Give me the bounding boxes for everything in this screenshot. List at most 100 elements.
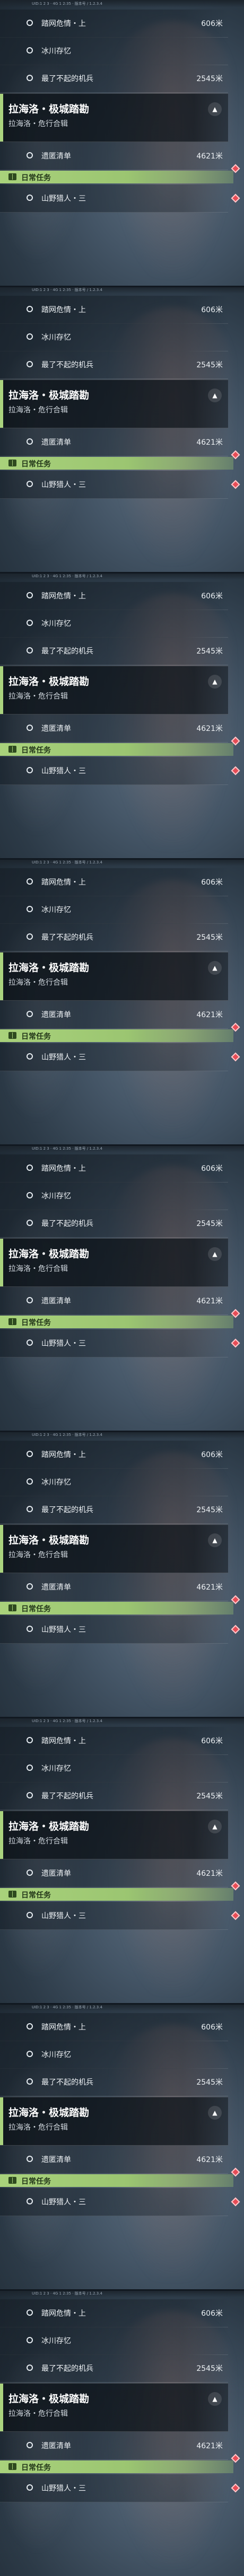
quest-row[interactable]: 踏网危情・上 606米 <box>0 10 228 38</box>
quest-row[interactable]: 踏网危情・上 606米 <box>0 582 228 610</box>
quest-row[interactable]: 最了不起的机兵 2545米 <box>0 1496 228 1524</box>
daily-task-header[interactable]: 日常任务 <box>0 171 233 183</box>
screen-frame: UID:1 2 3 · 4G 1 2:35 · 版本号 / 1.2.3.4 踏网危… <box>0 2290 244 2576</box>
quest-row[interactable]: 山野猎人・三 <box>0 2188 228 2216</box>
daily-task-header[interactable]: 日常任务 <box>0 1029 233 1042</box>
daily-task-header[interactable]: 日常任务 <box>0 1316 233 1328</box>
quest-row[interactable]: 最了不起的机兵 2545米 <box>0 2354 228 2383</box>
quest-accent-bar <box>0 2384 3 2431</box>
quest-row[interactable]: 冰川存忆 <box>0 1468 228 1496</box>
quest-row[interactable]: 踏网危情・上 606米 <box>0 1441 228 1469</box>
quest-row[interactable]: 最了不起的机兵 2545米 <box>0 2068 228 2096</box>
quest-row[interactable]: 山野猎人・三 <box>0 1616 228 1644</box>
quest-distance: 4621米 <box>196 1011 223 1019</box>
quest-row[interactable]: 遗匿清单 4621米 <box>0 1573 228 1601</box>
quest-row[interactable]: 遗匿清单 4621米 <box>0 2432 228 2460</box>
daily-task-header[interactable]: 日常任务 <box>0 2174 233 2187</box>
quest-row[interactable]: 山野猎人・三 <box>0 2474 228 2502</box>
chevron-up-icon[interactable]: ▲ <box>208 961 222 975</box>
quest-label: 山野猎人・三 <box>41 767 86 775</box>
quest-accent-bar <box>0 1811 3 1859</box>
quest-row[interactable]: 踏网危情・上 606米 <box>0 868 228 896</box>
quest-row[interactable]: 山野猎人・三 <box>0 1329 228 1357</box>
main-quest-subtitle: 拉海洛・危行合辑 <box>8 978 68 987</box>
quest-row[interactable]: 冰川存忆 <box>0 1754 228 1783</box>
status-text: UID:1 2 3 · 4G 1 2:35 · 版本号 / 1.2.3.4 <box>32 1146 102 1151</box>
quest-distance: 2545米 <box>196 2078 223 2087</box>
quest-row[interactable]: 冰川存忆 <box>0 323 228 351</box>
chevron-up-icon[interactable]: ▲ <box>208 389 222 402</box>
quest-row[interactable]: 踏网危情・上 606米 <box>0 1727 228 1755</box>
daily-task-header[interactable]: 日常任务 <box>0 1888 233 1901</box>
quest-row[interactable]: 最了不起的机兵 2545米 <box>0 637 228 665</box>
daily-task-header[interactable]: 日常任务 <box>0 743 233 756</box>
quest-row[interactable]: 最了不起的机兵 2545米 <box>0 1210 228 1238</box>
quest-row[interactable]: 遗匿清单 4621米 <box>0 1287 228 1315</box>
quest-row[interactable]: 山野猎人・三 <box>0 757 228 785</box>
quest-row[interactable]: 冰川存忆 <box>0 2041 228 2069</box>
quest-row[interactable]: 最了不起的机兵 2545米 <box>0 1782 228 1810</box>
main-quest-panel[interactable]: 拉海洛・极城踏勘 拉海洛・危行合辑 ▲ <box>0 2097 228 2146</box>
quest-row[interactable]: 最了不起的机兵 2545米 <box>0 65 228 93</box>
chevron-up-icon[interactable]: ▲ <box>208 1247 222 1261</box>
quest-row[interactable]: 冰川存忆 <box>0 1182 228 1210</box>
main-quest-panel[interactable]: 拉海洛・极城踏勘 拉海洛・危行合辑 ▲ <box>0 93 228 142</box>
chevron-up-icon[interactable]: ▲ <box>208 675 222 689</box>
quest-row[interactable]: 最了不起的机兵 2545米 <box>0 351 228 379</box>
quest-row[interactable]: 遗匿清单 4621米 <box>0 1859 228 1887</box>
chevron-up-icon[interactable]: ▲ <box>208 2392 222 2406</box>
quest-row[interactable]: 山野猎人・三 <box>0 184 228 213</box>
radio-circle-icon <box>27 1451 33 1457</box>
main-quest-panel[interactable]: 拉海洛・极城踏勘 拉海洛・危行合辑 ▲ <box>0 1238 228 1287</box>
main-quest-panel[interactable]: 拉海洛・极城踏勘 拉海洛・危行合辑 ▲ <box>0 952 228 1001</box>
quest-row[interactable]: 踏网危情・上 606米 <box>0 296 228 324</box>
main-quest-panel[interactable]: 拉海洛・极城踏勘 拉海洛・危行合辑 ▲ <box>0 1811 228 1859</box>
quest-row[interactable]: 遗匿清单 4621米 <box>0 142 228 170</box>
quest-distance: 2545米 <box>196 361 223 369</box>
quest-label: 最了不起的机兵 <box>41 2365 93 2373</box>
quest-row[interactable]: 踏网危情・上 606米 <box>0 2299 228 2327</box>
main-quest-panel[interactable]: 拉海洛・极城踏勘 拉海洛・危行合辑 ▲ <box>0 1524 228 1573</box>
chevron-up-icon[interactable]: ▲ <box>208 1533 222 1547</box>
radio-circle-icon <box>27 1192 33 1198</box>
quest-label: 遗匿清单 <box>41 438 71 447</box>
daily-task-header[interactable]: 日常任务 <box>0 1602 233 1615</box>
radio-circle-icon <box>27 2198 33 2204</box>
quest-label: 山野猎人・三 <box>41 1053 86 1062</box>
quest-row[interactable]: 冰川存忆 <box>0 37 228 65</box>
book-icon <box>8 1604 16 1611</box>
status-text: UID:1 2 3 · 4G 1 2:35 · 版本号 / 1.2.3.4 <box>32 574 102 578</box>
quest-label: 冰川存忆 <box>41 906 71 914</box>
quest-row[interactable]: 冰川存忆 <box>0 610 228 638</box>
quest-row[interactable]: 遗匿清单 4621米 <box>0 714 228 743</box>
quest-row[interactable]: 冰川存忆 <box>0 896 228 924</box>
chevron-up-icon[interactable]: ▲ <box>208 102 222 116</box>
quest-row[interactable]: 山野猎人・三 <box>0 471 228 499</box>
quest-row[interactable]: 遗匿清单 4621米 <box>0 1001 228 1029</box>
quest-row[interactable]: 山野猎人・三 <box>0 1043 228 1071</box>
radio-circle-icon <box>27 2309 33 2316</box>
quest-row[interactable]: 踏网危情・上 606米 <box>0 1154 228 1183</box>
daily-task-label: 日常任务 <box>21 1033 51 1041</box>
quest-label: 踏网危情・上 <box>41 2309 86 2318</box>
chevron-up-icon[interactable]: ▲ <box>208 2106 222 2120</box>
quest-row[interactable]: 冰川存忆 <box>0 2327 228 2355</box>
daily-task-header[interactable]: 日常任务 <box>0 2460 233 2473</box>
main-quest-panel[interactable]: 拉海洛・极城踏勘 拉海洛・危行合辑 ▲ <box>0 380 228 428</box>
main-quest-title: 拉海洛・极城踏勘 <box>8 1534 90 1546</box>
main-quest-panel[interactable]: 拉海洛・极城踏勘 拉海洛・危行合辑 ▲ <box>0 666 228 714</box>
status-text: UID:1 2 3 · 4G 1 2:35 · 版本号 / 1.2.3.4 <box>32 288 102 292</box>
quest-label: 冰川存忆 <box>41 1765 71 1773</box>
quest-label: 踏网危情・上 <box>41 878 86 887</box>
main-quest-panel[interactable]: 拉海洛・极城踏勘 拉海洛・危行合辑 ▲ <box>0 2383 228 2432</box>
radio-circle-icon <box>27 1737 33 1743</box>
quest-row[interactable]: 遗匿清单 4621米 <box>0 2146 228 2174</box>
daily-task-header[interactable]: 日常任务 <box>0 457 233 470</box>
quest-row[interactable]: 遗匿清单 4621米 <box>0 428 228 456</box>
quest-label: 山野猎人・三 <box>41 481 86 489</box>
quest-row[interactable]: 最了不起的机兵 2545米 <box>0 923 228 951</box>
quest-row[interactable]: 踏网危情・上 606米 <box>0 2013 228 2041</box>
frame-divider <box>0 858 244 860</box>
quest-row[interactable]: 山野猎人・三 <box>0 1902 228 1930</box>
chevron-up-icon[interactable]: ▲ <box>208 1820 222 1833</box>
